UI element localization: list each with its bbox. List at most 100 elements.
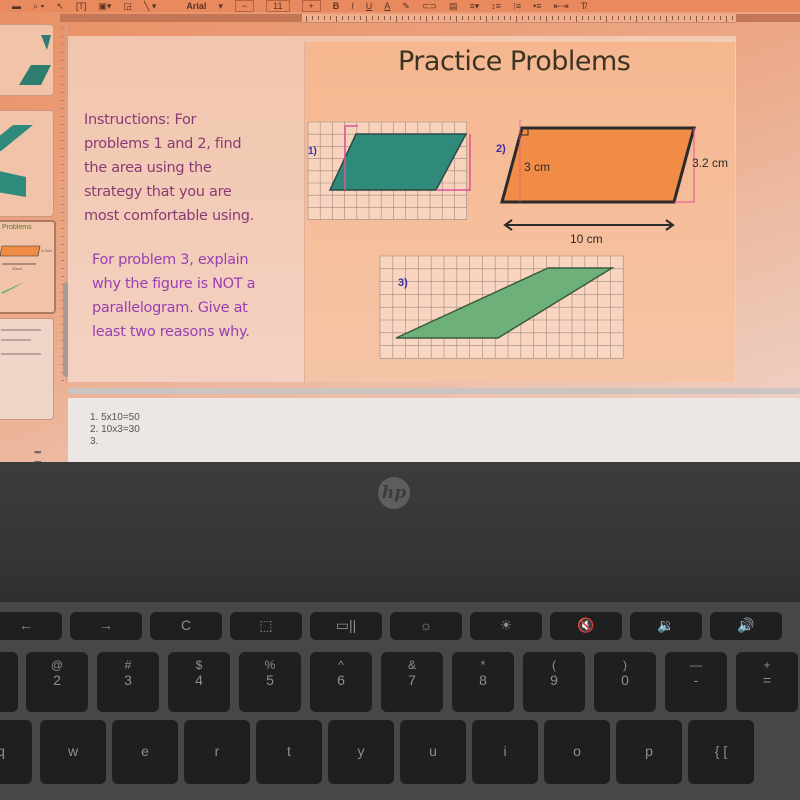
notes-resize-handle[interactable] [68,388,800,394]
font-size-increase-button[interactable]: + [301,0,321,12]
height-label: 3 cm [524,160,550,174]
notes-line: 3. [90,436,99,447]
slide-thumbnail-2[interactable] [0,110,54,217]
problem-1-label: 1) [308,146,317,157]
highlight-icon[interactable]: ✎ [402,1,410,12]
image-icon[interactable]: ▣▾ [98,1,111,12]
key-top-label: + [763,658,771,672]
key-label: w [67,743,79,759]
side-label: 3.2 cm [692,156,728,170]
slide-thumbnail-4[interactable] [0,318,54,420]
number-key[interactable]: — - [665,652,727,712]
letter-key[interactable]: p [616,720,682,784]
key-label: 8 [479,672,487,688]
thumbnail-label: 10cm [12,266,22,271]
font-size-input[interactable]: 11 [266,0,290,12]
chevron-down-icon[interactable]: ▾ [218,1,223,12]
indent-icon[interactable]: ⇤⇥ [554,1,569,12]
slide-thumbnail-3[interactable]: Problems 3.2cm 10cm [0,220,56,314]
speaker-notes[interactable]: 1. 5x10=50 2. 10x3=30 3. [68,398,800,462]
clear-format-icon[interactable]: T̸ [581,1,587,11]
letter-key[interactable]: e [112,720,178,784]
key-label: r [214,743,220,759]
key-label: 🔉 [657,617,675,633]
number-key[interactable] [0,652,18,712]
function-key[interactable]: ← [0,612,62,640]
toolbar: ▬ ⌕ ▾ ↖ [T] ▣▾ ◲ ╲ ▾ Arial ▾ − 11 + B I … [0,0,800,12]
base-label: 10 cm [570,232,603,246]
letter-key[interactable]: { [ [688,720,754,784]
keyboard: ← → C ⬚ ▭|| ☼ ☀ 🔇 🔉 🔊 @2 #3 $4% 5 ^ 6 & 7 * 8(9) 0— - + = w e r t y u… [0,602,800,800]
slide-filmstrip: Problems 3.2cm 10cm [0,24,56,444]
text-color-button[interactable]: A [384,1,390,11]
italic-button[interactable]: I [351,1,354,11]
thumbnail-title: Problems [2,224,32,231]
function-key[interactable]: ⬚ [230,612,302,640]
bold-button[interactable]: B [333,1,340,11]
link-icon[interactable]: ⊂⊃ [422,1,437,12]
number-key[interactable]: @2 [26,652,88,712]
screen: ▬ ⌕ ▾ ↖ [T] ▣▾ ◲ ╲ ▾ Arial ▾ − 11 + B I … [0,0,800,462]
key-label: t [287,743,291,759]
numbered-list-icon[interactable]: ⁝≡ [513,1,521,12]
letter-key[interactable]: r [184,720,250,784]
letter-key[interactable]: t [256,720,322,784]
horizontal-ruler[interactable] [302,14,736,23]
key-label: 6 [337,672,345,688]
key-label: ▭|| [335,617,357,633]
function-key[interactable]: C [150,612,222,640]
select-cursor-icon[interactable]: ↖ [56,1,64,12]
slide-canvas[interactable]: Instructions: For problems 1 and 2, find… [68,36,736,382]
text-box-icon[interactable]: [T] [76,1,87,11]
font-size-decrease-button[interactable]: − [234,0,255,12]
function-key[interactable]: 🔊 [710,612,782,640]
key-label: 4 [195,672,203,688]
function-key[interactable]: ☼ [390,612,462,640]
function-key[interactable]: ☀ [470,612,542,640]
zoom-icon[interactable]: ⌕ ▾ [33,1,44,12]
function-key[interactable]: 🔉 [630,612,702,640]
underline-button[interactable]: U [366,1,373,11]
problem-figures: 1) 2) 3 cm 3.2 cm 10 cm 3) [307,120,728,359]
paint-format-icon[interactable]: ▬ [12,1,21,11]
letter-key[interactable]: q [0,720,32,784]
function-key[interactable]: → [70,612,142,640]
align-icon[interactable]: ≡▾ [469,1,479,12]
number-key[interactable]: * 8 [452,652,514,712]
ruler-margin [60,14,302,22]
key-label: ← [19,617,33,633]
line-icon[interactable]: ╲ ▾ [144,1,156,12]
number-key[interactable]: $4 [168,652,230,712]
number-key[interactable]: ) 0 [594,652,656,712]
bulleted-list-icon[interactable]: •≡ [533,1,541,11]
key-label: 2 [53,672,61,688]
function-key[interactable]: 🔇 [550,612,622,640]
font-select[interactable]: Arial [186,1,206,11]
letter-key[interactable]: o [544,720,610,784]
number-key[interactable]: (9 [523,652,585,712]
key-label: o [573,743,581,759]
letter-key[interactable]: i [472,720,538,784]
ruler-margin-right [736,14,800,22]
key-top-label: — [690,658,702,672]
key-top-label: ^ [338,658,344,672]
key-label: y [357,743,365,759]
number-key[interactable]: % 5 [239,652,301,712]
number-key[interactable]: & 7 [381,652,443,712]
key-label: ⬚ [259,617,273,633]
letter-key[interactable]: w [40,720,106,784]
comment-icon[interactable]: ▤ [449,1,458,12]
grid-view-icon[interactable]: ▪▪▪ ▪▪▪ [34,447,42,462]
function-key[interactable]: ▭|| [310,612,382,640]
number-key[interactable]: ^ 6 [310,652,372,712]
letter-key[interactable]: u [400,720,466,784]
slide-thumbnail-1[interactable] [0,24,54,96]
number-key[interactable]: #3 [97,652,159,712]
shape-icon[interactable]: ◲ [123,1,132,12]
line-spacing-icon[interactable]: ↕≡ [491,1,501,11]
key-label: 9 [550,672,558,688]
letter-key[interactable]: y [328,720,394,784]
key-top-label: * [480,658,486,672]
problem-2-label: 2) [496,143,506,155]
number-key[interactable]: + = [736,652,798,712]
